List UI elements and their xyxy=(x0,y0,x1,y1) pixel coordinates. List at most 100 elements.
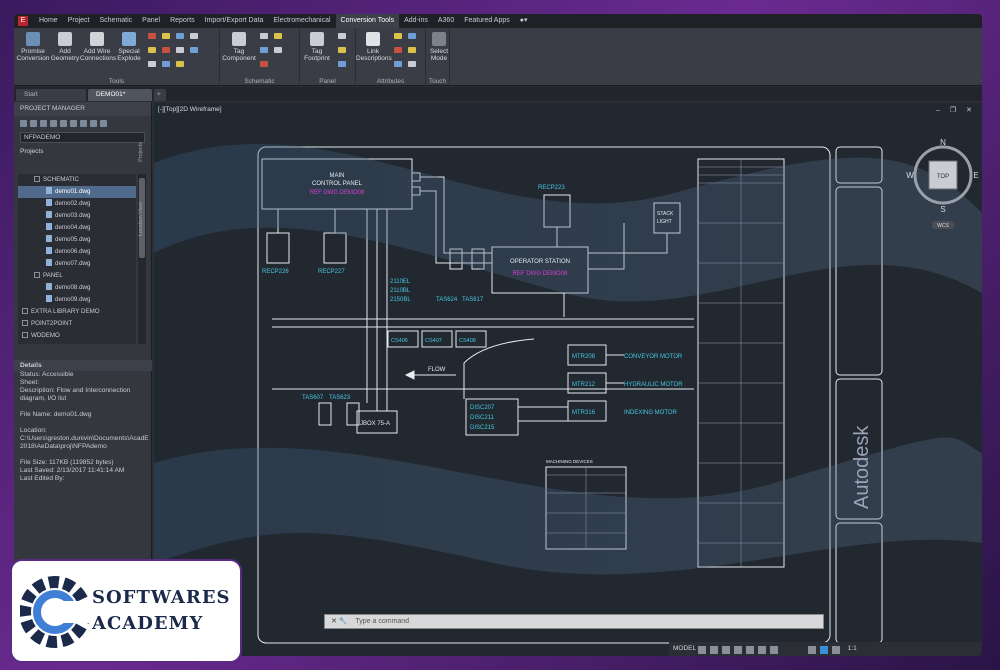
help-icon[interactable] xyxy=(100,119,107,127)
small-tool-icon[interactable] xyxy=(190,33,198,39)
compass-west[interactable]: W xyxy=(906,171,914,180)
menu-schematic[interactable]: Schematic xyxy=(94,14,137,28)
lineweight-icon[interactable] xyxy=(758,646,766,654)
tab-demo01[interactable]: DEMO01* xyxy=(88,89,152,101)
annotation-scale[interactable]: 1:1 xyxy=(848,645,857,652)
tree-item-folder[interactable]: SCHEMATIC xyxy=(18,174,136,186)
menu-reports[interactable]: Reports xyxy=(165,14,200,28)
model-space-toggle[interactable]: MODEL xyxy=(673,645,696,652)
small-tool-icon[interactable] xyxy=(148,47,156,53)
publish-icon[interactable] xyxy=(80,119,87,127)
menu-conversion-tools[interactable]: Conversion Tools xyxy=(335,14,400,28)
compass-east[interactable]: E xyxy=(973,171,978,180)
command-input[interactable]: Type a command xyxy=(355,618,409,625)
add-geometry-button[interactable]: Add Geometry xyxy=(48,32,82,62)
drawing-canvas[interactable]: [-][Top][2D Wireframe] – ❐ ✕ MAIN CONTRO… xyxy=(154,103,982,656)
expand-icon[interactable] xyxy=(34,176,40,182)
small-tool-icon[interactable] xyxy=(394,47,402,53)
expand-icon[interactable] xyxy=(22,320,28,326)
grid-icon[interactable] xyxy=(698,646,706,654)
tab-start[interactable]: Start xyxy=(16,89,86,101)
small-tool-icon[interactable] xyxy=(338,47,346,53)
tree-item-drawing[interactable]: demo05.dwg xyxy=(18,234,136,246)
tree-item-drawing[interactable]: demo02.dwg xyxy=(18,198,136,210)
small-tool-icon[interactable] xyxy=(148,61,156,67)
small-tool-icon[interactable] xyxy=(260,61,268,67)
small-tool-icon[interactable] xyxy=(394,33,402,39)
command-line[interactable]: ✕ 🔧 Type a command xyxy=(324,614,824,629)
tree-item-drawing[interactable]: demo03.dwg xyxy=(18,210,136,222)
small-tool-icon[interactable] xyxy=(162,61,170,67)
small-tool-icon[interactable] xyxy=(260,47,268,53)
menu-project[interactable]: Project xyxy=(63,14,95,28)
refresh-icon[interactable] xyxy=(50,119,57,127)
small-tool-icon[interactable] xyxy=(260,33,268,39)
snap-icon[interactable] xyxy=(710,646,718,654)
ortho-icon[interactable] xyxy=(722,646,730,654)
menu-electromechanical[interactable]: Electromechanical xyxy=(268,14,335,28)
task-list-icon[interactable] xyxy=(70,119,77,127)
tab-projects[interactable]: Projects xyxy=(138,142,150,162)
tab-location-view[interactable]: Location View xyxy=(138,202,150,236)
polar-icon[interactable] xyxy=(734,646,742,654)
app-logo-icon[interactable]: E xyxy=(18,16,28,26)
menu-import-export[interactable]: Import/Export Data xyxy=(200,14,269,28)
small-tool-icon[interactable] xyxy=(162,47,170,53)
tree-item-project[interactable]: POINT2POINT xyxy=(18,318,136,330)
link-descriptions-button[interactable]: Link Descriptions xyxy=(356,32,392,62)
new-tab-button[interactable]: + xyxy=(154,89,166,101)
tree-item-drawing[interactable]: demo04.dwg xyxy=(18,222,136,234)
promise-conversion-button[interactable]: Promise Conversion xyxy=(16,32,50,62)
new-drawing-icon[interactable] xyxy=(40,119,47,127)
tree-item-project[interactable]: EXTRA LIBRARY DEMO xyxy=(18,306,136,318)
menu-panel[interactable]: Panel xyxy=(137,14,165,28)
small-tool-icon[interactable] xyxy=(408,61,416,67)
small-tool-icon[interactable] xyxy=(176,47,184,53)
menu-featured-apps[interactable]: Featured Apps xyxy=(459,14,515,28)
small-tool-icon[interactable] xyxy=(408,47,416,53)
small-tool-icon[interactable] xyxy=(394,61,402,67)
settings-icon[interactable] xyxy=(90,119,97,127)
compass-south[interactable]: S xyxy=(940,205,945,214)
tree-item-folder[interactable]: PANEL xyxy=(18,270,136,282)
expand-icon[interactable] xyxy=(22,308,28,314)
tree-item-drawing[interactable]: demo08.dwg xyxy=(18,282,136,294)
small-tool-icon[interactable] xyxy=(338,61,346,67)
close-icon[interactable]: ✕ 🔧 xyxy=(331,618,348,625)
expand-icon[interactable] xyxy=(34,272,40,278)
expand-icon[interactable] xyxy=(22,332,28,338)
properties-icon[interactable] xyxy=(60,119,67,127)
tree-item-project[interactable]: WDDEMO xyxy=(18,330,136,342)
small-tool-icon[interactable] xyxy=(408,33,416,39)
project-selector[interactable]: NFPADEMO xyxy=(20,132,145,143)
new-project-icon[interactable] xyxy=(30,119,37,127)
menu-addins[interactable]: Add-ins xyxy=(399,14,433,28)
small-tool-icon[interactable] xyxy=(176,33,184,39)
isolate-icon[interactable] xyxy=(820,646,828,654)
osnap-icon[interactable] xyxy=(746,646,754,654)
small-tool-icon[interactable] xyxy=(274,47,282,53)
open-project-icon[interactable] xyxy=(20,119,27,127)
menu-a360[interactable]: A360 xyxy=(433,14,459,28)
tag-component-button[interactable]: Tag Component xyxy=(222,32,256,62)
small-tool-icon[interactable] xyxy=(190,47,198,53)
select-mode-button[interactable]: Select Mode xyxy=(422,32,456,62)
small-tool-icon[interactable] xyxy=(148,33,156,39)
viewcube[interactable]: TOP N S E W WCS xyxy=(906,133,980,233)
tree-item-drawing[interactable]: demo07.dwg xyxy=(18,258,136,270)
special-explode-button[interactable]: Special Explode xyxy=(112,32,146,62)
compass-north[interactable]: N xyxy=(940,138,946,147)
small-tool-icon[interactable] xyxy=(338,33,346,39)
transparency-icon[interactable] xyxy=(770,646,778,654)
tree-item-drawing[interactable]: demo09.dwg xyxy=(18,294,136,306)
tree-item-drawing[interactable]: demo01.dwg xyxy=(18,186,136,198)
tree-item-drawing[interactable]: demo06.dwg xyxy=(18,246,136,258)
workspace-gear-icon[interactable] xyxy=(808,646,816,654)
customize-icon[interactable] xyxy=(832,646,840,654)
menu-extra-icon[interactable]: ●▾ xyxy=(515,14,533,28)
menu-home[interactable]: Home xyxy=(34,14,63,28)
small-tool-icon[interactable] xyxy=(176,61,184,67)
tag-footprint-button[interactable]: Tag Footprint xyxy=(300,32,334,62)
small-tool-icon[interactable] xyxy=(274,33,282,39)
add-wire-connections-button[interactable]: Add Wire Connections xyxy=(80,32,116,62)
